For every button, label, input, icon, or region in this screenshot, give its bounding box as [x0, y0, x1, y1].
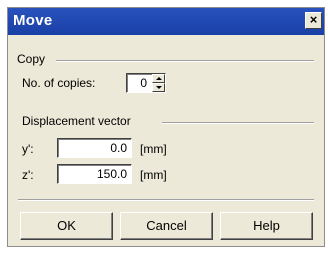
button-separator — [18, 199, 314, 201]
copies-spinner[interactable] — [152, 74, 165, 92]
y-value: 0.0 — [110, 141, 127, 155]
copies-value: 0 — [140, 76, 147, 90]
copy-group-divider — [56, 60, 314, 62]
z-value: 150.0 — [96, 167, 127, 181]
z-label: z': — [22, 168, 34, 182]
arrow-down-icon — [156, 86, 162, 89]
close-button[interactable]: × — [305, 12, 322, 29]
help-button[interactable]: Help — [220, 212, 313, 240]
dialog-title: Move — [13, 12, 53, 29]
ok-button[interactable]: OK — [20, 212, 113, 240]
y-unit: [mm] — [140, 142, 167, 156]
move-dialog: Move × Copy No. of copies: 0 Displacemen… — [7, 7, 325, 247]
title-bar[interactable]: Move × — [8, 8, 324, 35]
z-unit: [mm] — [140, 168, 167, 182]
copies-label: No. of copies: — [22, 76, 96, 90]
y-input[interactable]: 0.0 — [57, 138, 132, 158]
displacement-group-divider — [162, 122, 314, 124]
displacement-group-title: Displacement vector — [22, 114, 131, 128]
cancel-button[interactable]: Cancel — [120, 212, 213, 240]
arrow-up-icon — [156, 77, 162, 80]
spin-down-button[interactable] — [152, 83, 165, 92]
y-label: y': — [22, 142, 34, 156]
spin-up-button[interactable] — [152, 74, 165, 83]
z-input[interactable]: 150.0 — [57, 164, 132, 184]
copy-group-title: Copy — [17, 52, 46, 66]
close-icon: × — [309, 12, 318, 27]
